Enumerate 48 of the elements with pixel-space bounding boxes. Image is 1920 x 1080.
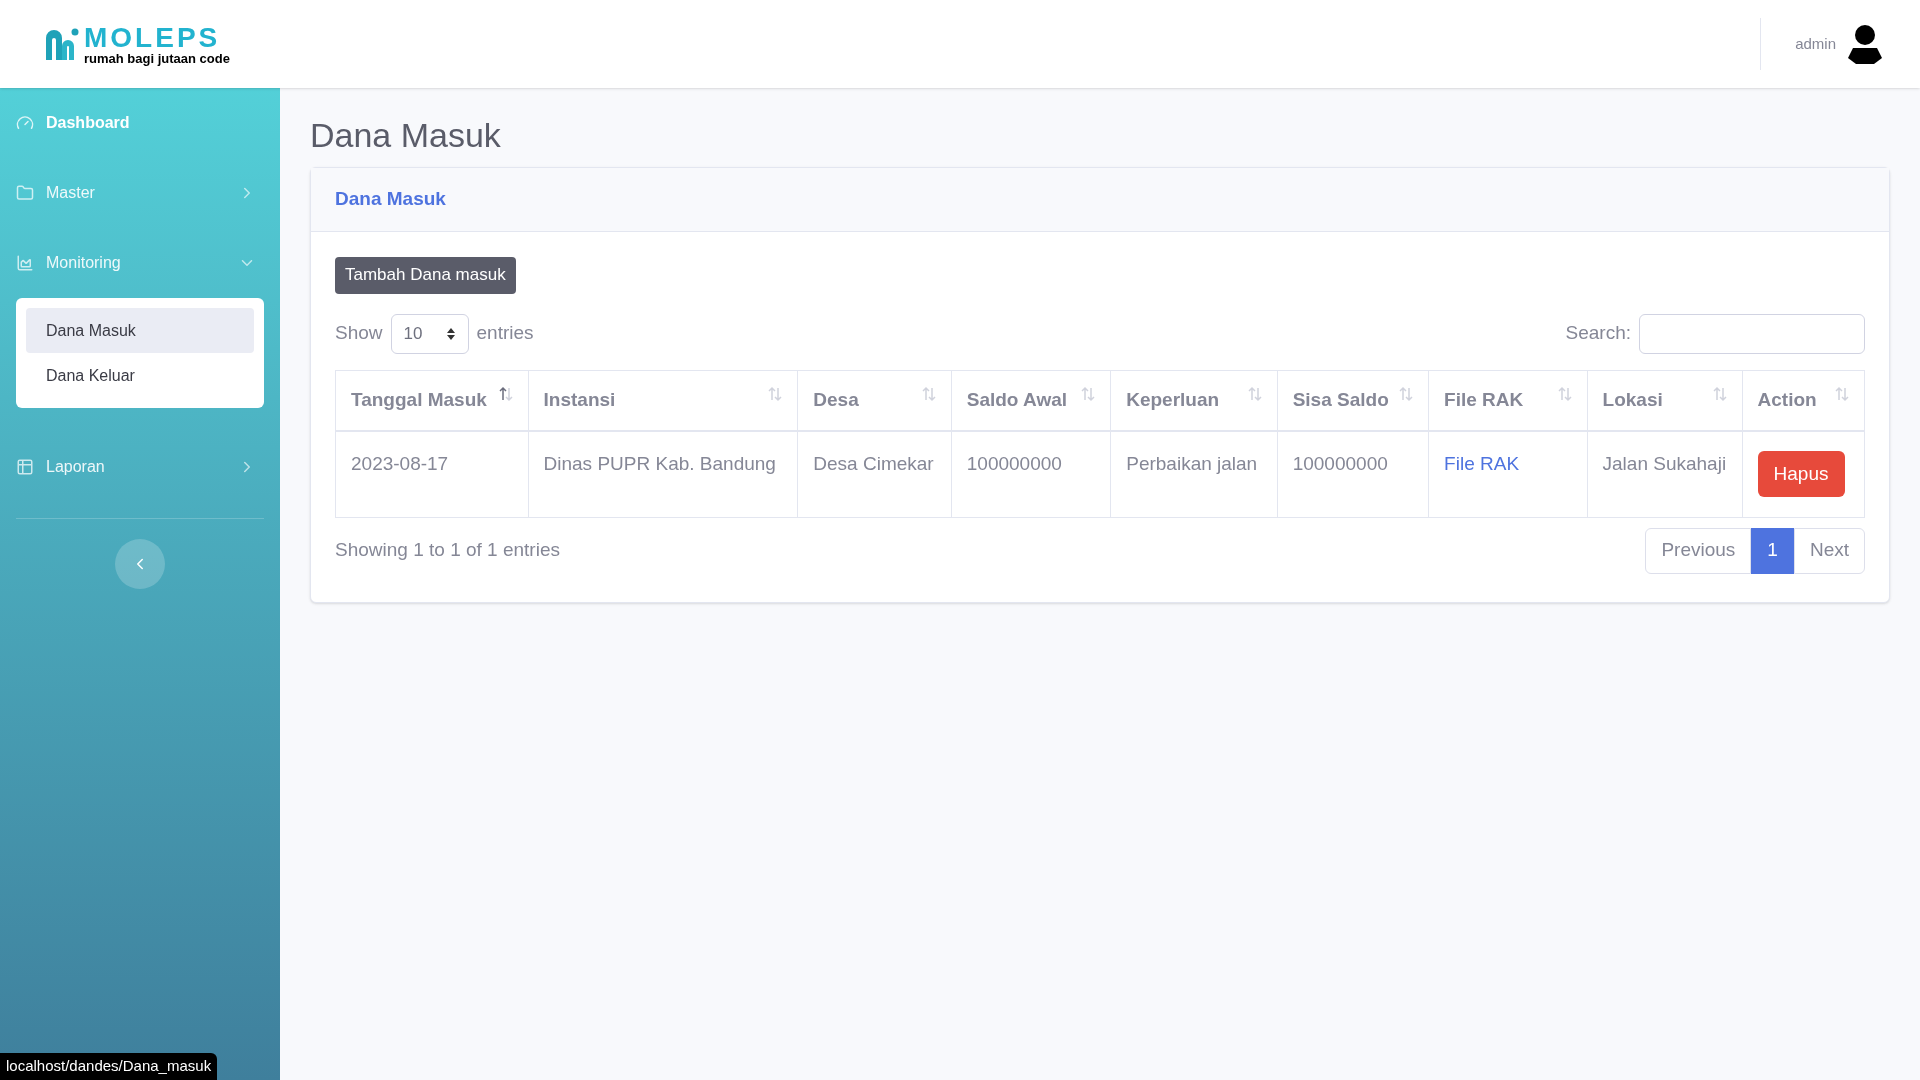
delete-button[interactable]: Hapus <box>1757 451 1845 498</box>
column-header[interactable]: Tanggal Masuk <box>335 370 529 431</box>
logo-tagline: rumah bagi jutaan code <box>84 51 230 65</box>
column-header[interactable]: Action <box>1742 370 1865 431</box>
page-button[interactable]: Next <box>1793 527 1865 574</box>
submenu-item[interactable]: Dana Masuk <box>26 308 254 353</box>
area-chart-icon <box>16 254 34 272</box>
column-header[interactable]: Instansi <box>528 370 798 431</box>
sidebar-item[interactable]: Dashboard <box>16 88 264 158</box>
table-cell: Desa Cimekar <box>797 431 952 517</box>
collapse-sidebar-button[interactable] <box>115 539 165 589</box>
status-url: localhost/dandes/Dana_masuk <box>0 1053 218 1080</box>
table-icon <box>16 458 34 476</box>
table-cell: Jalan Sukahaji <box>1587 431 1743 517</box>
logo-name: MOLEPS <box>84 23 222 52</box>
submenu-item[interactable]: Dana Keluar <box>26 353 254 398</box>
column-header[interactable]: File RAK <box>1428 370 1588 431</box>
column-header[interactable]: Desa <box>797 370 952 431</box>
column-header[interactable]: Saldo Awal <box>951 370 1111 431</box>
file-link[interactable]: File RAK <box>1444 453 1520 474</box>
column-header[interactable]: Keperluan <box>1110 370 1278 431</box>
search-label: Search: <box>1565 321 1631 346</box>
page-title: Dana Masuk <box>310 115 502 156</box>
card-title: Dana Masuk <box>335 186 446 211</box>
sidebar-item[interactable]: Master <box>16 158 264 228</box>
column-header[interactable]: Lokasi <box>1587 370 1743 431</box>
table-cell: 2023-08-17 <box>335 431 529 517</box>
table-cell: 100000000 <box>1277 431 1429 517</box>
entries-label: entries <box>476 321 534 346</box>
sidebar-item[interactable]: Monitoring <box>16 228 264 298</box>
column-header[interactable]: Sisa Saldo <box>1277 370 1429 431</box>
table-cell: 100000000 <box>951 431 1111 517</box>
gauge-icon <box>16 114 34 132</box>
sort-caret-icon <box>445 326 456 341</box>
table-cell: Perbaikan jalan <box>1110 431 1278 517</box>
sidebar-item[interactable]: Laporan <box>16 432 264 502</box>
folder-icon <box>16 184 34 202</box>
add-button[interactable]: Tambah Dana masuk <box>335 256 516 294</box>
user-avatar-icon[interactable] <box>1848 24 1882 64</box>
logo-icon <box>44 26 80 62</box>
table-cell: Dinas PUPR Kab. Bandung <box>528 431 798 517</box>
show-label: Show <box>335 321 383 346</box>
page-button[interactable]: Previous <box>1645 527 1752 574</box>
user-name[interactable]: admin <box>1795 32 1836 56</box>
page-button[interactable]: 1 <box>1751 527 1794 574</box>
entries-select[interactable]: 10 <box>390 313 469 354</box>
search-field[interactable] <box>1639 313 1865 354</box>
table-info: Showing 1 to 1 of 1 entries <box>335 538 560 563</box>
